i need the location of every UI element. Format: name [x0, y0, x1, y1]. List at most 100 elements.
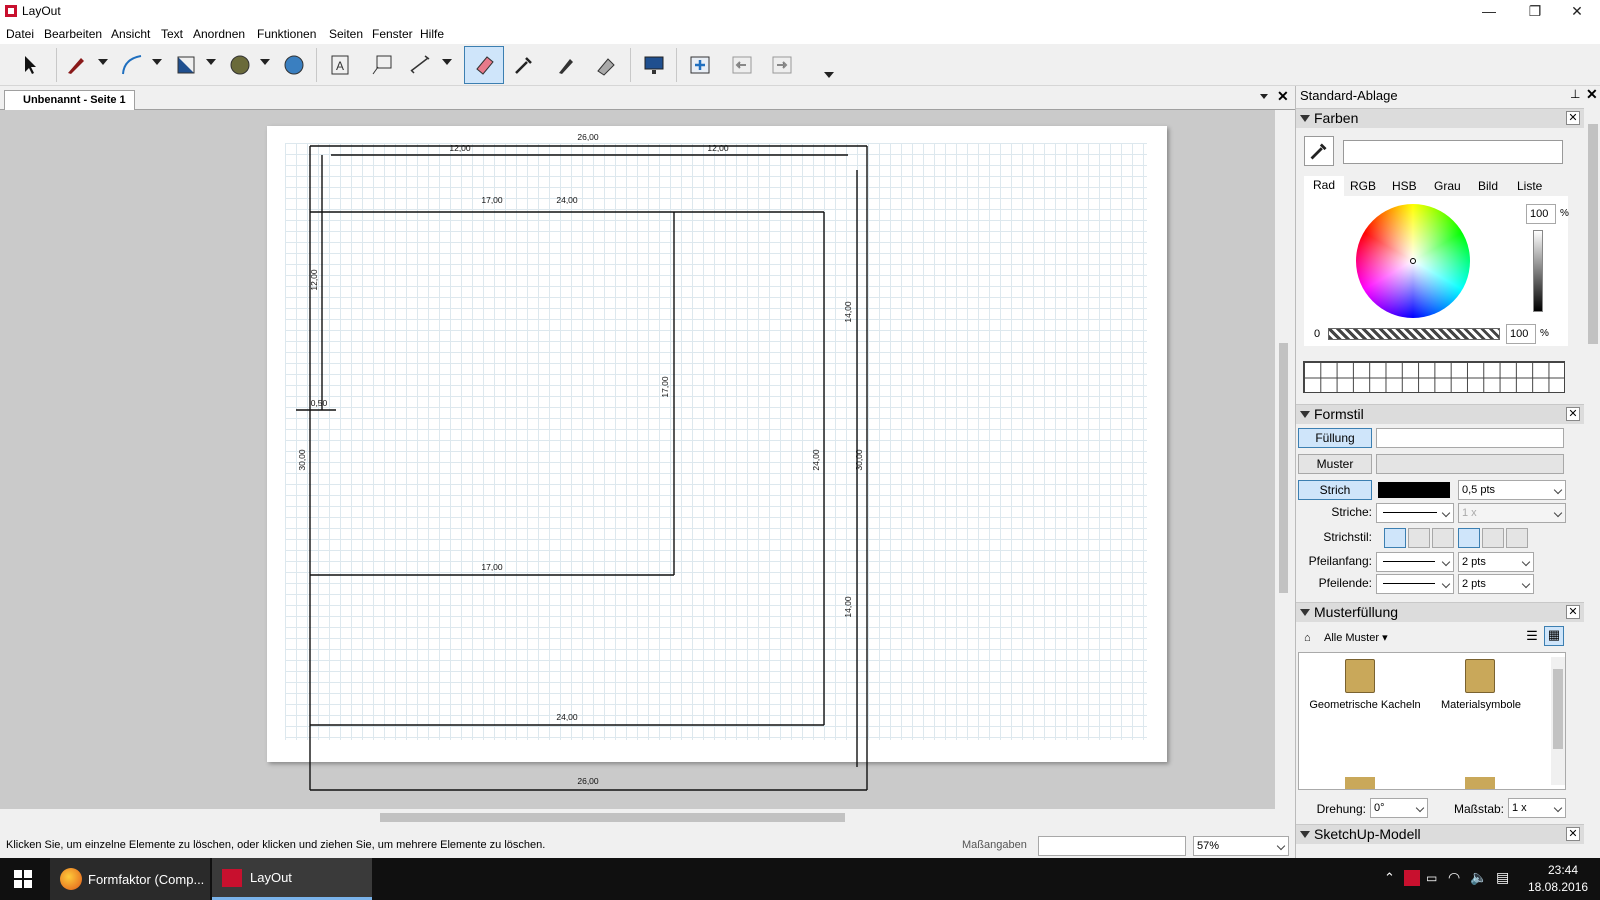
pencil-tool-icon[interactable] — [60, 49, 92, 81]
toolbar-overflow-icon[interactable] — [824, 72, 834, 78]
opacity-input[interactable]: 100 — [1506, 324, 1536, 344]
fill-swatch[interactable] — [1376, 428, 1564, 448]
cap-style-button[interactable] — [1408, 528, 1430, 548]
rectangle-tool-icon[interactable] — [170, 49, 202, 81]
opacity-slider[interactable] — [1328, 328, 1500, 340]
color-wheel[interactable] — [1356, 204, 1470, 318]
notification-icon[interactable]: ▤ — [1496, 869, 1509, 886]
folder-icon[interactable] — [1345, 659, 1375, 693]
pattern-swatch[interactable] — [1376, 454, 1564, 474]
next-page-icon[interactable] — [766, 49, 798, 81]
pattern-button[interactable]: Muster — [1298, 454, 1372, 474]
dashes-select[interactable] — [1376, 503, 1454, 523]
eyedropper-icon[interactable] — [508, 49, 540, 81]
tab-liste[interactable]: Liste — [1517, 179, 1542, 193]
arrow-start-select[interactable] — [1376, 552, 1454, 572]
presentation-icon[interactable] — [638, 49, 670, 81]
menu-datei[interactable]: Datei — [6, 27, 34, 41]
folder-icon[interactable] — [1465, 659, 1495, 693]
panel-scrollbar[interactable] — [1586, 108, 1600, 844]
folder-icon[interactable] — [1345, 777, 1375, 789]
zoom-select[interactable]: 57% — [1193, 836, 1289, 856]
menu-text[interactable]: Text — [161, 27, 183, 41]
drawing[interactable]: 26,00 12,00 12,00 17,00 24,00 0,50 17,00… — [0, 110, 1275, 817]
home-icon[interactable]: ⌂ — [1304, 632, 1311, 644]
vertical-scrollbar[interactable] — [1275, 110, 1292, 817]
cap-style-button[interactable] — [1432, 528, 1454, 548]
select-tool-icon[interactable] — [14, 49, 46, 81]
scroll-thumb[interactable] — [1279, 343, 1288, 593]
maximize-button[interactable]: ❐ — [1512, 0, 1558, 24]
tray-layout-icon[interactable] — [1404, 870, 1420, 886]
pattern-item[interactable]: Materialsymbole — [1421, 699, 1541, 711]
menu-funktionen[interactable]: Funktionen — [257, 27, 316, 41]
battery-icon[interactable]: ▭ — [1426, 871, 1437, 885]
volume-icon[interactable]: 🔈 — [1470, 869, 1487, 886]
minimize-button[interactable]: — — [1466, 0, 1512, 24]
join-style-button[interactable] — [1482, 528, 1504, 548]
brightness-slider[interactable] — [1533, 230, 1543, 312]
tab-rgb[interactable]: RGB — [1350, 179, 1376, 193]
menu-bearbeiten[interactable]: Bearbeiten — [44, 27, 102, 41]
menu-anordnen[interactable]: Anordnen — [193, 27, 245, 41]
clock-date[interactable]: 18.08.2016 — [1528, 880, 1588, 894]
menu-seiten[interactable]: Seiten — [329, 27, 363, 41]
clock-time[interactable]: 23:44 — [1548, 863, 1578, 877]
close-button[interactable]: ✕ — [1554, 0, 1600, 24]
dash-scale-select[interactable]: 1 x — [1458, 503, 1566, 523]
arrow-end-select[interactable] — [1376, 574, 1454, 594]
scale-select[interactable]: 1 x — [1508, 798, 1566, 818]
formstil-header[interactable]: Formstil ✕ — [1296, 404, 1584, 424]
chevron-down-icon[interactable] — [98, 59, 108, 65]
add-page-icon[interactable] — [684, 49, 716, 81]
taskbar-firefox[interactable]: Formfaktor (Comp... — [50, 858, 210, 900]
arc-tool-icon[interactable] — [116, 49, 148, 81]
tray-chevron-icon[interactable]: ⌃ — [1384, 870, 1395, 886]
color-swatch[interactable] — [1343, 140, 1563, 164]
split-tool-icon[interactable] — [590, 49, 622, 81]
list-view-icon[interactable]: ☰ — [1524, 628, 1540, 644]
circle-tool-icon[interactable] — [224, 49, 256, 81]
menu-ansicht[interactable]: Ansicht — [111, 27, 150, 41]
dimension-tool-icon[interactable] — [404, 49, 436, 81]
musterfuellung-header[interactable]: Musterfüllung ✕ — [1296, 602, 1584, 622]
folder-icon[interactable] — [1465, 777, 1495, 789]
pin-icon[interactable]: ⊥ — [1570, 87, 1580, 101]
arrow-end-size[interactable]: 2 pts — [1458, 574, 1534, 594]
previous-page-icon[interactable] — [726, 49, 758, 81]
tab-list-icon[interactable] — [1260, 94, 1268, 99]
join-style-button[interactable] — [1506, 528, 1528, 548]
brightness-input[interactable]: 100 — [1526, 204, 1556, 224]
horizontal-scrollbar[interactable] — [0, 809, 1275, 826]
wifi-icon[interactable]: ◠ — [1448, 869, 1460, 886]
chevron-down-icon[interactable] — [442, 59, 452, 65]
style-brush-icon[interactable] — [550, 49, 582, 81]
tab-grau[interactable]: Grau — [1434, 179, 1461, 193]
stroke-width-select[interactable]: 0,5 pts — [1458, 480, 1566, 500]
pattern-scrollbar[interactable] — [1551, 657, 1565, 785]
tab-rad[interactable]: Rad — [1304, 176, 1344, 196]
stroke-button[interactable]: Strich — [1298, 480, 1372, 500]
grid-view-icon[interactable]: ▦ — [1544, 626, 1564, 646]
chevron-down-icon[interactable] — [152, 59, 162, 65]
color-swatch-grid[interactable] — [1303, 361, 1565, 393]
pattern-filter-dropdown[interactable]: Alle Muster ▾ — [1324, 631, 1388, 644]
document-tab[interactable]: Unbenannt - Seite 1 — [4, 90, 135, 110]
scroll-thumb[interactable] — [380, 813, 845, 822]
rotation-select[interactable]: 0° — [1370, 798, 1428, 818]
stroke-color-swatch[interactable] — [1378, 482, 1450, 498]
tab-hsb[interactable]: HSB — [1392, 179, 1417, 193]
pattern-item[interactable]: Geometrische Kacheln — [1305, 699, 1425, 711]
join-style-button[interactable] — [1458, 528, 1480, 548]
chevron-down-icon[interactable] — [206, 59, 216, 65]
arrow-start-size[interactable]: 2 pts — [1458, 552, 1534, 572]
menu-fenster[interactable]: Fenster — [372, 27, 413, 41]
farben-header[interactable]: Farben ✕ — [1296, 108, 1584, 128]
fill-button[interactable]: Füllung — [1298, 428, 1372, 448]
polygon-tool-icon[interactable] — [278, 49, 310, 81]
eyedropper-icon[interactable] — [1304, 136, 1334, 166]
close-tab-icon[interactable]: ✕ — [1277, 88, 1289, 105]
label-tool-icon[interactable] — [366, 49, 398, 81]
eraser-tool-icon[interactable] — [464, 46, 504, 84]
taskbar-layout[interactable]: LayOut — [212, 858, 372, 900]
